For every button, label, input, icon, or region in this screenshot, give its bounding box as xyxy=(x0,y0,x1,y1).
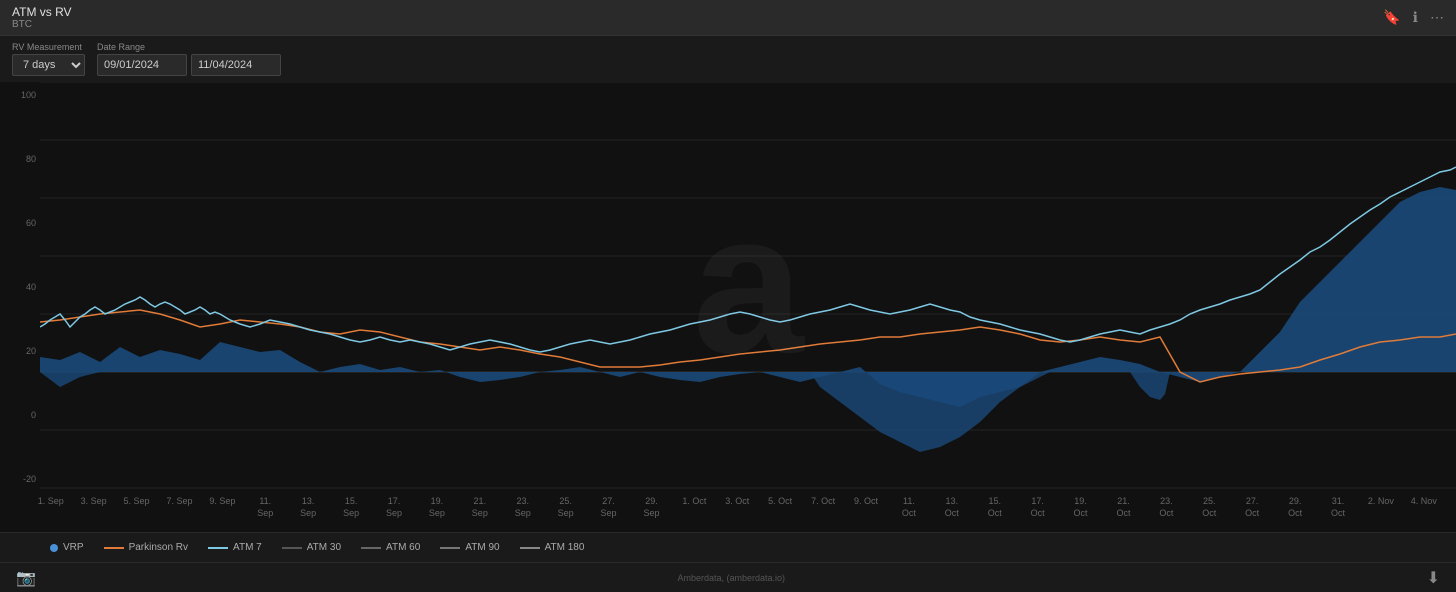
y-label-100: 100 xyxy=(4,90,36,100)
x-axis-label: 2. Nov xyxy=(1368,496,1394,508)
legend-vrp: VRP xyxy=(50,542,84,553)
date-range-group: Date Range xyxy=(97,42,281,76)
app-title: ATM vs RV xyxy=(12,5,72,19)
x-axis-label: 9. Oct xyxy=(854,496,878,508)
vrp-area-neg1 xyxy=(40,372,100,387)
y-label-20: 20 xyxy=(4,346,36,356)
bookmark-icon[interactable]: 🔖 xyxy=(1383,9,1400,26)
x-axis-label: 27. Oct xyxy=(1245,496,1259,519)
x-axis-label: 21. Oct xyxy=(1116,496,1130,519)
x-axis-label: 13. Sep xyxy=(300,496,316,519)
vrp-area-neg2 xyxy=(810,372,1050,452)
x-axis-label: 7. Sep xyxy=(166,496,192,508)
x-axis-label: 29. Sep xyxy=(643,496,659,519)
info-icon[interactable]: ℹ xyxy=(1413,9,1418,26)
atm60-line-icon xyxy=(361,547,381,549)
x-axis-labels: 1. Sep 3. Sep 5. Sep 7. Sep 9. Sep 11. Sep 13.… xyxy=(40,492,1456,532)
x-axis-label: 11. Oct xyxy=(902,496,916,519)
x-axis: 1. Sep 3. Sep 5. Sep 7. Sep 9. Sep 11. Sep 13.… xyxy=(0,492,1456,532)
header-actions: 🔖 ℹ ⋯ xyxy=(1383,9,1444,26)
x-axis-label: 5. Oct xyxy=(768,496,792,508)
atm180-line-icon xyxy=(520,547,540,549)
atm30-line-icon xyxy=(282,547,302,549)
x-axis-label: 15. Oct xyxy=(988,496,1002,519)
watermark-text: a xyxy=(692,172,805,395)
legend-atm7: ATM 7 xyxy=(208,542,262,553)
rv-measurement-select[interactable]: 7 days 14 days 30 days xyxy=(12,54,85,76)
x-axis-label: 4. Nov xyxy=(1411,496,1437,508)
date-end-input[interactable] xyxy=(191,54,281,76)
x-axis-label: 11. Sep xyxy=(257,496,273,519)
x-axis-label: 25. Oct xyxy=(1202,496,1216,519)
controls-bar: RV Measurement 7 days 14 days 30 days Da… xyxy=(0,36,1456,82)
vrp-dot xyxy=(50,544,58,552)
x-axis-label: 3. Oct xyxy=(725,496,749,508)
legend-parkinson: Parkinson Rv xyxy=(104,542,188,553)
vrp-area-neg3 xyxy=(1130,372,1170,400)
x-axis-label: 1. Oct xyxy=(682,496,706,508)
parkinson-label: Parkinson Rv xyxy=(129,542,188,553)
credit-text: Amberdata, (amberdata.io) xyxy=(677,573,785,583)
header-title-group: ATM vs RV BTC xyxy=(12,5,72,30)
app-header: ATM vs RV BTC 🔖 ℹ ⋯ xyxy=(0,0,1456,36)
y-label-80: 80 xyxy=(4,154,36,164)
atm7-line-icon xyxy=(208,547,228,549)
footer: 📷 Amberdata, (amberdata.io) ⬇ xyxy=(0,562,1456,592)
y-label-60: 60 xyxy=(4,218,36,228)
date-range-label: Date Range xyxy=(97,42,281,52)
rv-measurement-label: RV Measurement xyxy=(12,42,85,52)
x-axis-label: 13. Oct xyxy=(945,496,959,519)
legend-atm180: ATM 180 xyxy=(520,542,585,553)
more-icon[interactable]: ⋯ xyxy=(1430,9,1444,26)
x-axis-label: 15. Sep xyxy=(343,496,359,519)
x-axis-label: 23. Oct xyxy=(1159,496,1173,519)
x-axis-label: 31. Oct xyxy=(1331,496,1345,519)
y-label-0: 0 xyxy=(4,410,36,420)
x-axis-label: 17. Oct xyxy=(1031,496,1045,519)
atm30-label: ATM 30 xyxy=(307,542,341,553)
y-axis: 100 80 60 40 20 0 -20 xyxy=(0,82,40,492)
x-axis-label: 21. Sep xyxy=(472,496,488,519)
atm60-label: ATM 60 xyxy=(386,542,420,553)
x-axis-label: 27. Sep xyxy=(601,496,617,519)
y-label-neg20: -20 xyxy=(4,474,36,484)
parkinson-line-icon xyxy=(104,547,124,549)
x-axis-label: 19. Oct xyxy=(1074,496,1088,519)
rv-measurement-group: RV Measurement 7 days 14 days 30 days xyxy=(12,42,85,76)
legend-atm90: ATM 90 xyxy=(440,542,499,553)
x-axis-label: 25. Sep xyxy=(558,496,574,519)
vrp-label: VRP xyxy=(63,542,84,553)
atm7-label: ATM 7 xyxy=(233,542,262,553)
x-axis-label: 3. Sep xyxy=(81,496,107,508)
chart-area: 100 80 60 40 20 0 -20 xyxy=(0,82,1456,492)
atm180-label: ATM 180 xyxy=(545,542,585,553)
x-axis-label: 9. Sep xyxy=(209,496,235,508)
legend: VRP Parkinson Rv ATM 7 ATM 30 ATM 60 ATM… xyxy=(0,532,1456,562)
x-axis-label: 19. Sep xyxy=(429,496,445,519)
x-axis-label: 5. Sep xyxy=(124,496,150,508)
date-range-inputs xyxy=(97,54,281,76)
x-axis-label: 7. Oct xyxy=(811,496,835,508)
atm90-line-icon xyxy=(440,547,460,549)
x-axis-label: 17. Sep xyxy=(386,496,402,519)
atm90-label: ATM 90 xyxy=(465,542,499,553)
x-axis-label: 29. Oct xyxy=(1288,496,1302,519)
x-axis-label: 23. Sep xyxy=(515,496,531,519)
x-axis-label: 1. Sep xyxy=(38,496,64,508)
y-label-40: 40 xyxy=(4,282,36,292)
camera-button[interactable]: 📷 xyxy=(16,568,36,588)
chart-svg-container: a xyxy=(40,82,1456,492)
app-subtitle: BTC xyxy=(12,19,72,30)
date-start-input[interactable] xyxy=(97,54,187,76)
main-chart-svg: a xyxy=(40,82,1456,492)
legend-atm30: ATM 30 xyxy=(282,542,341,553)
download-button[interactable]: ⬇ xyxy=(1427,568,1440,588)
legend-atm60: ATM 60 xyxy=(361,542,420,553)
